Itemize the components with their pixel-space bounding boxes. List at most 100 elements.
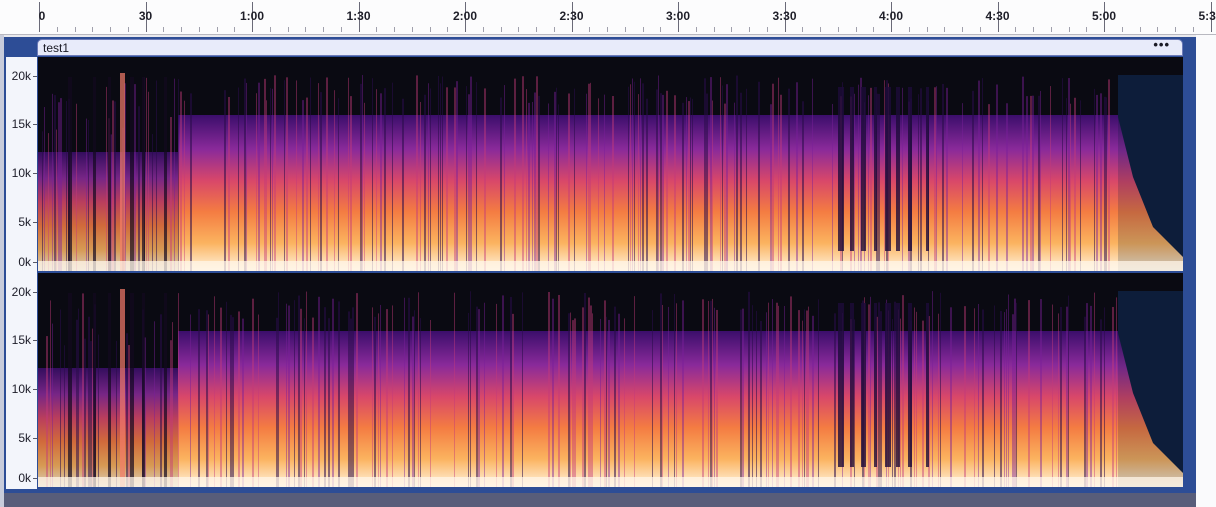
spectrogram-streak <box>484 88 486 271</box>
spectrogram-streak <box>526 89 527 271</box>
spectrogram-streak <box>174 78 175 271</box>
spectrogram-gap <box>130 77 134 271</box>
spectrogram-streak <box>634 81 635 271</box>
spectrogram-streak <box>502 295 504 487</box>
spectrogram-streak <box>662 304 663 487</box>
spectrogram-gap <box>908 87 912 251</box>
spectrogram-streak <box>608 319 610 487</box>
spectrogram-gap <box>130 293 134 487</box>
spectrogram-streak <box>996 84 998 271</box>
spectrogram-streak <box>356 293 358 487</box>
spectrogram-streak <box>86 118 87 271</box>
spectrogram-streak <box>420 318 421 487</box>
ruler-minor-tick <box>713 27 715 32</box>
spectrogram-gap <box>850 87 854 251</box>
spectrogram-streak <box>418 292 419 487</box>
ruler-minor-tick <box>1121 27 1123 32</box>
frequency-tick <box>33 262 37 263</box>
spectrogram-streak <box>296 80 297 271</box>
spectrogram-streak <box>288 305 290 487</box>
spectrogram-streak <box>514 78 516 271</box>
spectrogram-streak <box>600 318 601 487</box>
spectrogram-streak <box>90 341 92 487</box>
clip-menu-button[interactable]: ••• <box>1153 37 1170 52</box>
spectrogram-gap <box>142 293 145 487</box>
spectrogram-streak <box>1014 298 1016 487</box>
spectrogram-streak <box>1090 305 1092 487</box>
spectrogram-streak <box>76 103 77 271</box>
ruler-label: 3:00 <box>665 9 691 23</box>
spectrogram-streak <box>740 92 742 271</box>
frequency-ruler[interactable]: 20k 15k 10k 5k 0k 20k 15k 10k 5k 0k <box>6 57 37 489</box>
spectrogram-streak <box>704 78 706 271</box>
spectrogram-gap <box>896 87 900 251</box>
spectrogram-streak <box>284 80 285 271</box>
ruler-minor-tick <box>749 27 750 32</box>
spectrogram-streak <box>178 293 179 487</box>
spectrogram-streak <box>712 100 713 271</box>
spectrogram-streak <box>156 80 157 271</box>
ruler-minor-tick <box>624 27 626 32</box>
ruler-label: 3:30 <box>772 9 797 23</box>
spectrogram-gap <box>142 77 145 271</box>
spectrogram-gap <box>885 87 891 251</box>
spectrogram-streak <box>466 86 467 271</box>
ruler-minor-tick <box>74 27 76 32</box>
spectrogram-gap <box>926 87 929 251</box>
spectrogram-streak <box>324 307 326 487</box>
spectrogram-streak <box>538 95 540 271</box>
ruler-minor-tick <box>873 27 875 32</box>
spectrogram-gap <box>874 87 877 251</box>
spectrogram-streak <box>1112 306 1114 487</box>
spectrogram-gap <box>885 303 891 467</box>
spectrogram-streak <box>902 87 903 271</box>
spectrogram-streak <box>740 309 742 487</box>
spectrogram-streak <box>454 292 455 487</box>
spectrogram-streak <box>430 88 431 271</box>
spectrogram-streak <box>978 80 980 271</box>
ruler-label: 0 <box>38 9 46 23</box>
spectrogram-streak <box>614 306 616 487</box>
clip-title-bar[interactable]: test1 ••• <box>37 37 1183 56</box>
ruler-minor-tick <box>979 27 981 32</box>
spectrogram-streak <box>454 87 456 271</box>
ruler-minor-tick <box>731 27 733 32</box>
spectrogram-streak <box>1100 319 1102 487</box>
spectrogram-streak <box>854 93 855 271</box>
spectrogram-streak <box>412 316 414 487</box>
frequency-label: 15k <box>11 117 31 131</box>
spectrogram-streak <box>640 78 641 271</box>
spectrogram-channel-1[interactable] <box>38 57 1183 271</box>
spectrogram-streak <box>220 307 222 487</box>
spectrogram-streak <box>226 301 227 487</box>
spectrogram-streak <box>300 308 302 487</box>
spectrogram-streak <box>172 322 173 487</box>
spectrogram-streak <box>198 309 200 487</box>
spectrogram-streak <box>92 328 93 487</box>
spectrogram-streak <box>592 313 593 487</box>
spectrogram-streak <box>286 303 287 487</box>
spectrogram-channel-2[interactable] <box>38 273 1183 487</box>
spectrogram-streak <box>378 313 379 487</box>
spectrogram-streak <box>790 296 792 487</box>
ruler-minor-tick <box>216 27 218 32</box>
spectrogram-streak <box>724 103 726 271</box>
spectrogram-streak <box>588 297 590 487</box>
spectrogram-streak <box>312 317 314 487</box>
clip-name[interactable]: test1 <box>43 41 69 55</box>
ruler-minor-tick <box>926 27 928 32</box>
ruler-minor-tick <box>56 27 58 32</box>
ruler-minor-tick <box>1033 27 1034 32</box>
spectrogram-streak <box>416 75 418 271</box>
ruler-minor-tick <box>642 27 644 32</box>
spectrogram-streak <box>116 340 117 487</box>
spectrogram-streak <box>128 345 130 487</box>
spectrogram-streak <box>522 76 524 271</box>
spectrogram-streak <box>302 100 304 271</box>
spectrogram-gap <box>874 303 877 467</box>
spectrogram-streak <box>660 93 662 271</box>
spectrogram-gap <box>68 77 72 271</box>
spectrogram-streak <box>1008 294 1009 487</box>
timeline-ruler[interactable]: 0 30 1:00 1:30 2:00 2:30 3:00 3:30 4:00 4:30 5:00 5… <box>0 0 1216 35</box>
spectrogram-streak <box>420 101 421 271</box>
